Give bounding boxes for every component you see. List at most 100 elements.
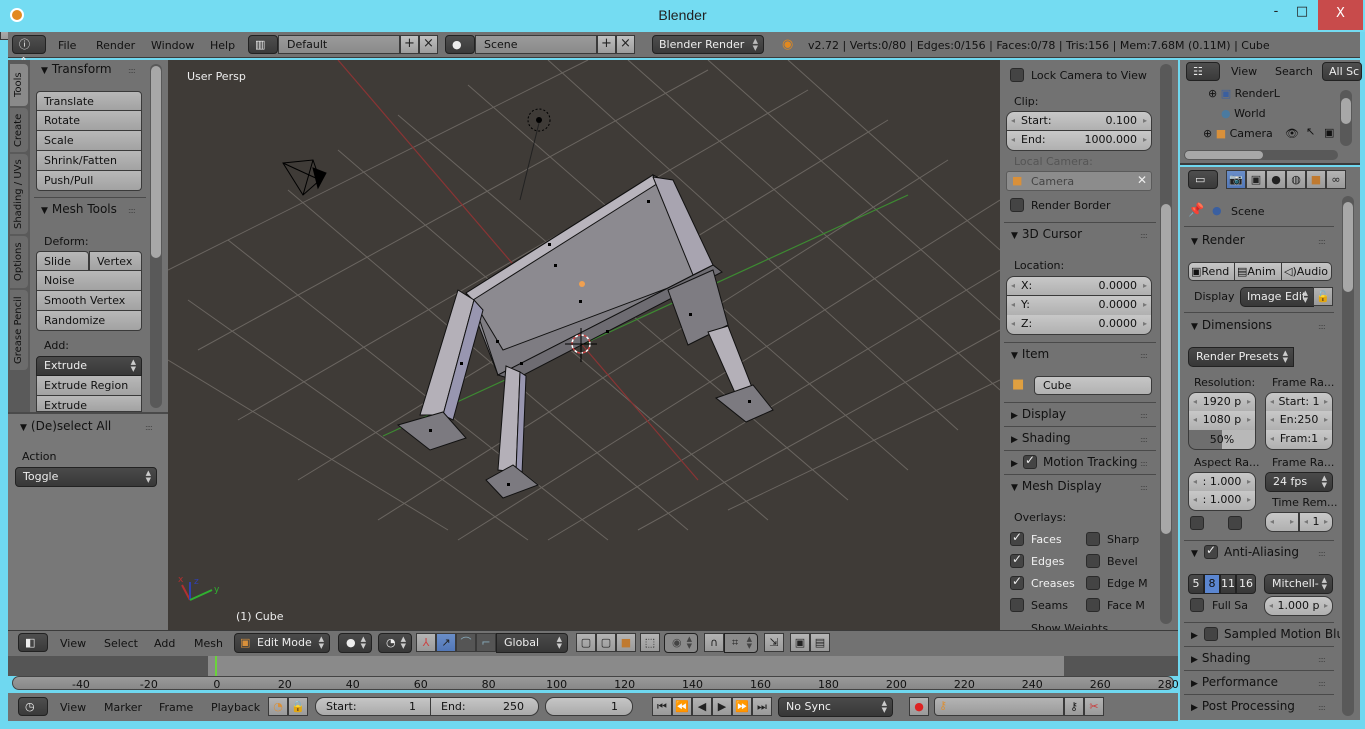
translate-manipulator-icon[interactable]: ↗ xyxy=(436,633,456,652)
shading-render-panel-header[interactable]: ▶ Shading xyxy=(1191,651,1251,665)
object-context-icon[interactable]: ■ xyxy=(1306,170,1326,189)
tab-tools[interactable]: Tools xyxy=(10,64,28,106)
jump-to-end-icon[interactable]: ⏭ xyxy=(752,697,772,716)
aa-samples-16-button[interactable]: 16 xyxy=(1236,574,1256,594)
delete-layout-button[interactable]: × xyxy=(419,35,438,54)
snap-toggle-icon[interactable]: ∩ xyxy=(704,633,724,652)
shrink-fatten-button[interactable]: Shrink/Fatten xyxy=(36,151,142,171)
border-checkbox[interactable] xyxy=(1190,516,1204,530)
time-remap-old-field[interactable] xyxy=(1265,512,1299,532)
jump-to-next-keyframe-icon[interactable]: ⏩ xyxy=(732,697,752,716)
menu-window[interactable]: Window xyxy=(151,39,194,52)
anti-aliasing-panel-header[interactable]: ▼ xyxy=(1191,545,1202,559)
panel-grip-icon[interactable]: :::: xyxy=(1318,549,1326,558)
menu-render[interactable]: Render xyxy=(96,39,135,52)
delete-scene-button[interactable]: × xyxy=(616,35,635,54)
edge-select-mode-icon[interactable]: ▢ xyxy=(596,633,616,652)
3d-cursor-panel-header[interactable]: ▼ 3D Cursor xyxy=(1011,227,1082,241)
panel-grip-icon[interactable]: :::: xyxy=(1318,655,1326,664)
current-frame-playhead[interactable] xyxy=(215,656,218,676)
push-pull-button[interactable]: Push/Pull xyxy=(36,171,142,191)
view3d-editor-type-icon[interactable]: ◧ xyxy=(18,633,48,652)
view3d-menu-mesh[interactable]: Mesh xyxy=(194,637,223,650)
panel-grip-icon[interactable]: :::: xyxy=(1140,435,1148,444)
clear-camera-icon[interactable]: ✕ xyxy=(1137,173,1147,187)
extrude-individual-button[interactable]: Extrude Individual xyxy=(36,396,142,412)
outliner-h-scrollbar[interactable] xyxy=(1184,150,1338,160)
opengl-render-image-icon[interactable]: ▣ xyxy=(790,633,810,652)
add-layout-button[interactable]: + xyxy=(400,35,419,54)
overlay-seams-checkbox[interactable] xyxy=(1010,598,1024,612)
overlay-sharp-checkbox[interactable] xyxy=(1086,532,1100,546)
timeline-menu-view[interactable]: View xyxy=(60,701,86,714)
aa-samples-8-button[interactable]: 8 xyxy=(1204,574,1220,594)
visibility-eye-icon[interactable]: 👁 xyxy=(1285,127,1299,140)
extrude-region-button[interactable]: Extrude Region xyxy=(36,376,142,396)
overlay-creases-checkbox[interactable] xyxy=(1010,574,1024,590)
post-processing-panel-header[interactable]: ▶ Post Processing xyxy=(1191,699,1295,713)
render-presets-select[interactable]: Render Presets ▲ ▼ xyxy=(1188,347,1294,367)
noise-button[interactable]: Noise xyxy=(36,271,142,291)
resolution-percentage-slider[interactable]: 50% xyxy=(1188,430,1256,450)
overlay-face-m-checkbox[interactable] xyxy=(1086,598,1100,612)
3d-viewport[interactable]: x z y User Persp (1) Cube xyxy=(168,60,1000,630)
panel-grip-icon[interactable]: :::: xyxy=(1140,231,1148,240)
transform-panel-header[interactable]: ▼ Transform xyxy=(41,62,112,76)
render-panel-header[interactable]: ▼ Render xyxy=(1191,233,1245,247)
manipulator-toggle-icon[interactable]: ⅄ xyxy=(416,633,436,652)
jump-to-start-icon[interactable]: ⏮ xyxy=(652,697,672,716)
jump-to-prev-keyframe-icon[interactable]: ⏪ xyxy=(672,697,692,716)
scale-button[interactable]: Scale xyxy=(36,131,142,151)
selectability-cursor-icon[interactable]: ↖ xyxy=(1306,125,1315,138)
rotate-manipulator-icon[interactable]: ⌒ xyxy=(456,633,476,652)
slide-edge-button[interactable]: Slide Ed xyxy=(36,251,89,287)
frame-step-field[interactable]: Fram:1 xyxy=(1265,430,1333,450)
panel-grip-icon[interactable]: :::: xyxy=(1140,411,1148,420)
cursor-z-field[interactable]: Z:0.0000 xyxy=(1006,315,1152,335)
view3d-menu-add[interactable]: Add xyxy=(154,637,175,650)
panel-grip-icon[interactable]: :::: xyxy=(128,66,136,75)
menu-help[interactable]: Help xyxy=(210,39,235,52)
scene-browse-icon[interactable]: ● xyxy=(445,35,475,54)
pin-icon[interactable]: 📌 xyxy=(1188,203,1204,218)
current-frame-field[interactable]: 1 xyxy=(545,697,633,716)
mesh-tools-panel-header[interactable]: ▼ Mesh Tools xyxy=(41,202,117,216)
panel-grip-icon[interactable]: :::: xyxy=(1318,322,1326,331)
tool-shelf-scrollbar[interactable] xyxy=(150,64,162,408)
auto-keying-record-icon[interactable]: ● xyxy=(909,697,929,716)
extrude-select[interactable]: Extrude ▲ ▼ xyxy=(36,356,142,376)
aspect-y-field[interactable]: : 1.000 xyxy=(1188,491,1256,511)
render-camera-icon[interactable]: ▣ xyxy=(1324,126,1334,139)
properties-editor-type-icon[interactable]: ▭ xyxy=(1188,170,1218,189)
filter-size-field[interactable]: 1.000 p xyxy=(1264,596,1333,616)
layout-name-field[interactable]: Default xyxy=(278,35,400,54)
motion-blur-checkbox[interactable] xyxy=(1204,627,1218,641)
resolution-x-field[interactable]: 1920 p xyxy=(1188,392,1256,412)
sampled-motion-blur-panel-header[interactable]: ▶ xyxy=(1191,627,1202,641)
view3d-menu-select[interactable]: Select xyxy=(104,637,138,650)
overlay-edge-m-checkbox[interactable] xyxy=(1086,576,1100,590)
preview-range-icon[interactable]: ◔ xyxy=(268,697,288,716)
item-panel-header[interactable]: ▼ Item xyxy=(1011,347,1049,361)
outliner-menu-search[interactable]: Search xyxy=(1275,65,1313,78)
aa-samples-11-button[interactable]: 11 xyxy=(1220,574,1236,594)
display-panel-header[interactable]: ▶ Display xyxy=(1011,407,1066,421)
viewport-shading-select[interactable]: ● ▲ ▼ xyxy=(338,633,372,653)
face-select-mode-icon[interactable]: ■ xyxy=(616,633,636,652)
play-reverse-icon[interactable]: ◀ xyxy=(692,697,712,716)
viewport-scene[interactable]: x z y xyxy=(168,60,1000,630)
timeline-editor-type-icon[interactable]: ◷ xyxy=(18,697,48,716)
smooth-vertex-button[interactable]: Smooth Vertex xyxy=(36,291,142,311)
transform-orientation-select[interactable]: Global ▲ ▼ xyxy=(496,633,568,653)
clip-end-field[interactable]: End:1000.000 xyxy=(1006,131,1152,151)
limit-selection-icon[interactable]: ⬚ xyxy=(640,633,660,652)
keying-set-field[interactable]: ⚷ xyxy=(934,697,1064,716)
outliner-filter-select[interactable]: All Sc xyxy=(1322,62,1362,81)
scene-context-icon[interactable]: ● xyxy=(1266,170,1286,189)
editor-type-info-icon[interactable]: ⓘ ⇕ xyxy=(12,35,46,68)
lock-frame-range-icon[interactable]: 🔒 xyxy=(288,697,308,716)
outliner-v-scrollbar[interactable] xyxy=(1340,90,1352,146)
tab-create[interactable]: Create xyxy=(10,108,28,152)
timeline-menu-marker[interactable]: Marker xyxy=(104,701,142,714)
properties-scrollbar[interactable] xyxy=(1342,196,1354,716)
